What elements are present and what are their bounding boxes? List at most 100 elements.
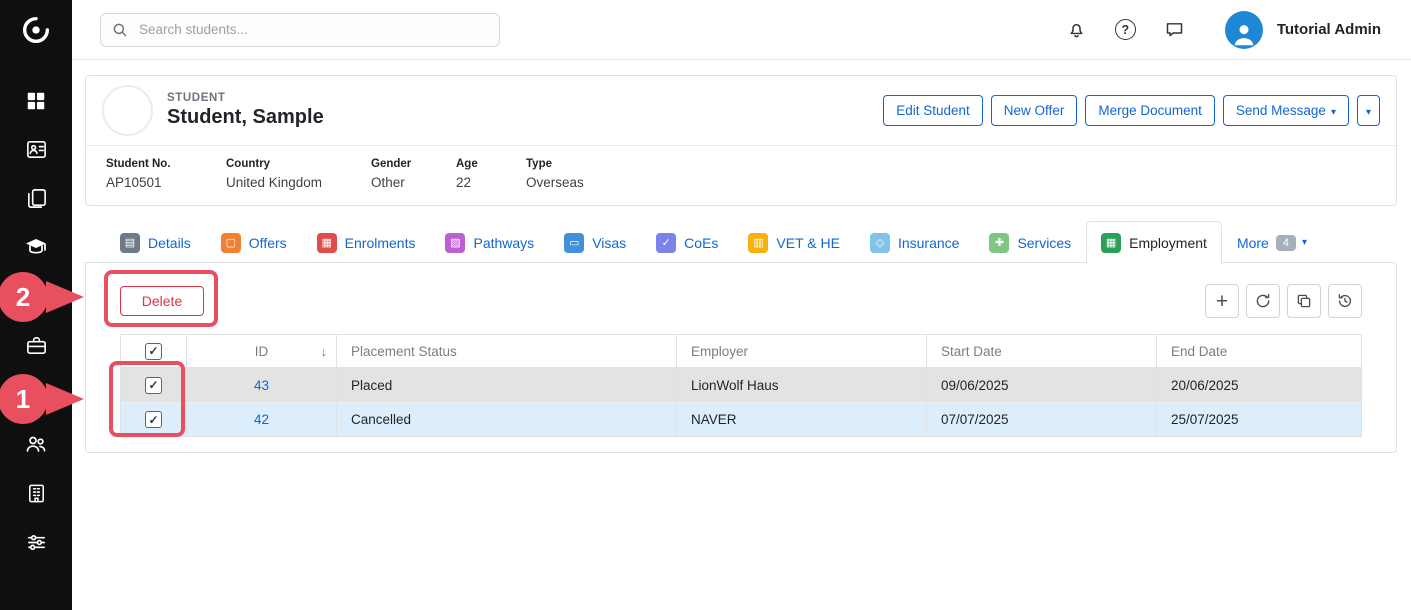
visas-tab-icon: ▭ — [564, 233, 584, 253]
placement-status-cell: Placed — [336, 368, 676, 402]
search-input[interactable] — [100, 13, 500, 47]
tab-more[interactable]: More 4 ▾ — [1222, 221, 1322, 263]
tab-offers[interactable]: ▢ Offers — [206, 221, 302, 263]
student-search — [100, 13, 500, 47]
column-header-placement-status[interactable]: Placement Status — [336, 335, 676, 368]
info-student-no: Student No. AP10501 — [106, 158, 226, 190]
select-all-checkbox[interactable]: ✓ — [145, 343, 162, 360]
student-avatar — [102, 85, 153, 136]
tab-employment[interactable]: ▦ Employment — [1086, 221, 1222, 264]
copy-button[interactable] — [1287, 284, 1321, 318]
add-record-button[interactable]: + — [1205, 284, 1239, 318]
select-all-cell: ✓ — [121, 335, 186, 368]
tab-coes[interactable]: ✓ CoEs — [641, 221, 733, 263]
record-id-link[interactable]: 42 — [254, 412, 269, 427]
sidebar-item-settings[interactable] — [0, 529, 72, 555]
chevron-down-icon: ▾ — [1331, 107, 1336, 118]
app-window: ? Tutorial Admin STUDENT — [0, 0, 1411, 610]
start-date-cell: 07/07/2025 — [926, 402, 1156, 436]
student-tabs: ▤ Details ▢ Offers ▦ Enrolments ▧ Pathwa… — [105, 221, 1397, 263]
row-select-cell: ✓ — [121, 368, 186, 402]
tab-details[interactable]: ▤ Details — [105, 221, 206, 263]
delete-button[interactable]: Delete — [120, 286, 204, 316]
user-name: Tutorial Admin — [1277, 21, 1381, 38]
sidebar-item-events[interactable] — [0, 381, 72, 407]
new-offer-button[interactable]: New Offer — [991, 95, 1078, 126]
dashboard-icon — [25, 90, 47, 112]
graduation-cap-icon — [24, 235, 48, 259]
building-icon — [25, 482, 48, 505]
merge-document-button[interactable]: Merge Document — [1085, 95, 1215, 126]
sidebar — [0, 0, 72, 610]
history-button[interactable] — [1328, 284, 1362, 318]
column-header-id[interactable]: ID ↓ — [186, 335, 336, 368]
services-tab-icon: ✚ — [989, 233, 1009, 253]
sidebar-item-employment[interactable] — [0, 332, 72, 358]
offers-tab-icon: ▢ — [221, 233, 241, 253]
user-avatar[interactable] — [1225, 11, 1263, 49]
row-checkbox[interactable]: ✓ — [145, 377, 162, 394]
insurance-tab-icon: ◇ — [870, 233, 890, 253]
info-gender: Gender Other — [371, 158, 456, 190]
bell-icon — [1066, 19, 1087, 40]
info-country: Country United Kingdom — [226, 158, 371, 190]
sidebar-item-dashboard[interactable] — [0, 88, 72, 114]
end-date-cell: 25/07/2025 — [1156, 402, 1361, 436]
column-header-end-date[interactable]: End Date — [1156, 335, 1361, 368]
table-row[interactable]: ✓ 43 Placed LionWolf Haus 09/06/2025 20/… — [121, 368, 1361, 402]
main-content: STUDENT Student, Sample Edit Student New… — [72, 61, 1411, 610]
table-row[interactable]: ✓ 42 Cancelled NAVER 07/07/2025 25/07/20… — [121, 402, 1361, 436]
briefcase-icon — [25, 334, 48, 357]
tab-enrolments[interactable]: ▦ Enrolments — [302, 221, 431, 263]
coes-tab-icon: ✓ — [656, 233, 676, 253]
sidebar-item-students[interactable] — [0, 136, 72, 162]
student-card-icon — [25, 138, 48, 161]
search-icon — [111, 21, 129, 39]
send-message-button[interactable]: Send Message ▾ — [1223, 95, 1349, 126]
sort-desc-icon: ↓ — [321, 344, 328, 359]
employer-cell: NAVER — [676, 402, 926, 436]
notifications-button[interactable] — [1066, 19, 1087, 40]
row-select-cell: ✓ — [121, 402, 186, 436]
refresh-icon — [1254, 292, 1272, 310]
plus-icon: + — [1216, 291, 1228, 312]
row-checkbox[interactable]: ✓ — [145, 411, 162, 428]
calendar-icon — [25, 383, 48, 406]
column-header-start-date[interactable]: Start Date — [926, 335, 1156, 368]
record-id-link[interactable]: 43 — [254, 378, 269, 393]
tab-services[interactable]: ✚ Services — [974, 221, 1086, 263]
history-icon — [1336, 292, 1354, 310]
edit-student-button[interactable]: Edit Student — [883, 95, 983, 126]
employer-cell: LionWolf Haus — [676, 368, 926, 402]
pathways-tab-icon: ▧ — [445, 233, 465, 253]
sidebar-item-applications[interactable] — [0, 283, 72, 309]
row-id-cell: 43 — [186, 368, 336, 402]
chat-icon — [1164, 19, 1185, 40]
tab-insurance[interactable]: ◇ Insurance — [855, 221, 974, 263]
tab-visas[interactable]: ▭ Visas — [549, 221, 641, 263]
sidebar-item-courses[interactable] — [0, 234, 72, 260]
column-header-employer[interactable]: Employer — [676, 335, 926, 368]
student-header-card: STUDENT Student, Sample Edit Student New… — [85, 75, 1397, 206]
enrolments-tab-icon: ▦ — [317, 233, 337, 253]
sidebar-item-documents[interactable] — [0, 185, 72, 211]
help-icon: ? — [1115, 19, 1136, 40]
topbar: ? Tutorial Admin — [72, 0, 1411, 60]
applications-icon — [25, 285, 48, 308]
tab-pathways[interactable]: ▧ Pathways — [430, 221, 549, 263]
sidebar-item-agents[interactable] — [0, 431, 72, 457]
employment-tab-icon: ▦ — [1101, 233, 1121, 253]
send-message-label: Send Message — [1236, 103, 1326, 118]
sliders-icon — [25, 531, 48, 554]
sidebar-item-organisations[interactable] — [0, 480, 72, 506]
start-date-cell: 09/06/2025 — [926, 368, 1156, 402]
help-button[interactable]: ? — [1115, 19, 1136, 40]
tab-vet-he[interactable]: ▥ VET & HE — [733, 221, 855, 263]
refresh-button[interactable] — [1246, 284, 1280, 318]
end-date-cell: 20/06/2025 — [1156, 368, 1361, 402]
logo-icon — [19, 13, 53, 47]
chat-button[interactable] — [1164, 19, 1185, 40]
app-logo[interactable] — [0, 0, 72, 60]
more-actions-button[interactable]: ▾ — [1357, 95, 1380, 126]
chevron-down-icon: ▾ — [1302, 237, 1307, 248]
